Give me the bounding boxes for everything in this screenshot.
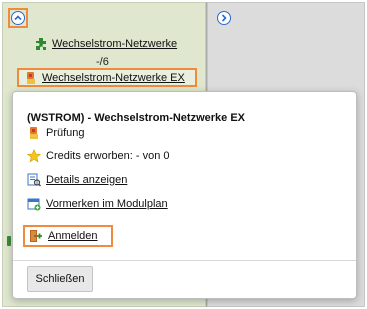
tree-node-count: -/6 [96, 56, 109, 68]
credits-label: Credits erworben: - von 0 [46, 150, 170, 162]
collapse-up-icon[interactable] [11, 11, 25, 25]
bookmark-link[interactable]: Vormerken im Modulplan [46, 198, 168, 210]
tree-node-selected-label[interactable]: Wechselstrom-Netzwerke EX [42, 72, 185, 84]
register-highlight[interactable]: Anmelden [23, 225, 113, 247]
calendar-add-icon [27, 198, 41, 211]
bookmark-row[interactable]: Vormerken im Modulplan [27, 197, 168, 211]
details-link[interactable]: Details anzeigen [46, 174, 127, 186]
star-icon [27, 149, 41, 163]
tree-node[interactable]: Wechselstrom-Netzwerke [34, 37, 177, 51]
expand-right-icon[interactable] [217, 11, 231, 25]
tree-node-title[interactable]: Wechselstrom-Netzwerke [52, 38, 177, 50]
exam-icon [30, 127, 38, 139]
popup-divider [13, 260, 356, 261]
module-popup: (WSTROM) - Wechselstrom-Netzwerke EX Prü… [12, 91, 357, 299]
credits-row: Credits erworben: - von 0 [27, 149, 170, 163]
exam-row: Prüfung [27, 126, 85, 140]
exam-icon [27, 71, 35, 84]
details-icon [27, 173, 41, 187]
popup-title: (WSTROM) - Wechselstrom-Netzwerke EX [27, 112, 246, 124]
collapse-button-highlight[interactable] [8, 8, 28, 28]
close-button[interactable]: Schließen [27, 266, 93, 292]
register-door-icon [30, 230, 42, 242]
register-link[interactable]: Anmelden [48, 230, 98, 242]
puzzle-icon [36, 38, 46, 50]
details-row[interactable]: Details anzeigen [27, 173, 127, 187]
tree-node-selected[interactable]: Wechselstrom-Netzwerke EX [17, 68, 197, 87]
exam-label: Prüfung [46, 127, 85, 139]
tree-bullet [7, 236, 11, 246]
register-row[interactable]: Anmelden [29, 229, 98, 243]
